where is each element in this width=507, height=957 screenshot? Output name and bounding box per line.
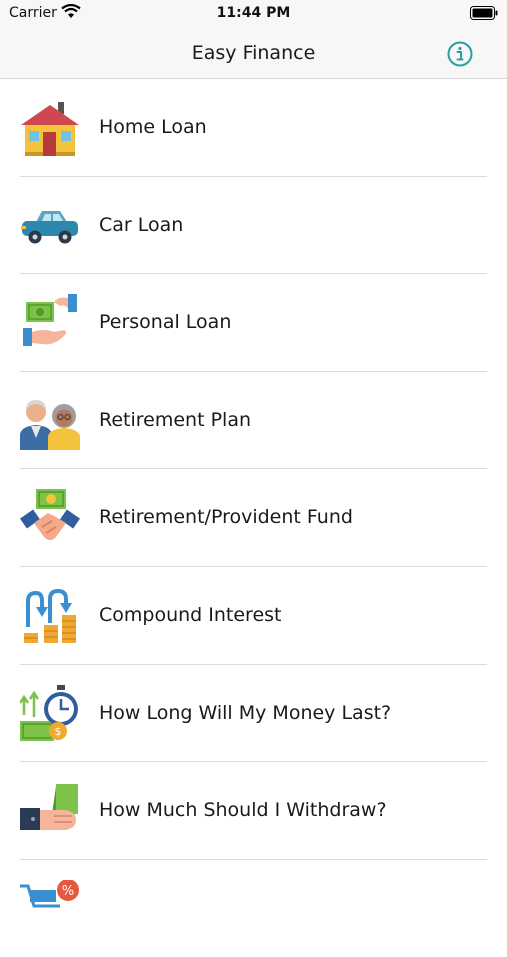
clock: 11:44 PM [216,5,291,21]
list-item-withdraw[interactable]: How Much Should I Withdraw? [0,762,507,860]
list-item-shopping[interactable]: % [0,860,507,957]
status-bar: Carrier 11:44 PM [0,0,507,30]
elderly-couple-icon [20,399,80,450]
info-icon[interactable] [446,40,474,68]
list-item-car-loan[interactable]: Car Loan [0,177,507,275]
list-item-personal-loan[interactable]: Personal Loan [0,274,507,372]
hand-cash-icon [20,784,78,831]
svg-text:$: $ [55,725,62,738]
list-item-money-last[interactable]: $ How Long Will My Money Last? [0,665,507,763]
battery-icon [470,6,498,20]
car-icon [21,210,78,244]
list-item-compound-interest[interactable]: Compound Interest [0,567,507,665]
calculator-list: Home Loan Car Loan Personal Loan Retirem… [0,79,507,957]
coins-growth-icon [24,588,76,643]
svg-text:%: % [62,884,74,899]
stopwatch-money-icon: $ [20,684,78,741]
navigation-bar: Easy Finance [0,30,507,79]
page-title: Easy Finance [191,42,316,64]
list-item-label: Retirement/Provident Fund [99,506,353,529]
handshake-money-icon [20,489,80,541]
list-item-label: Personal Loan [99,311,232,334]
list-item-label: How Much Should I Withdraw? [99,799,387,822]
list-item-label: Car Loan [99,213,184,236]
list-item-label: How Long Will My Money Last? [99,701,392,724]
cash-hand-icon [23,294,77,347]
list-item-label: Retirement Plan [99,408,251,431]
list-item-home-loan[interactable]: Home Loan [0,79,507,177]
house-icon [21,102,79,156]
list-item-label: Home Loan [99,116,207,138]
shopping-cart-discount-icon: % [20,879,79,908]
list-item-retirement-plan[interactable]: Retirement Plan [0,372,507,470]
list-item-retirement-provident-fund[interactable]: Retirement/Provident Fund [0,469,507,567]
list-item-label: Compound Interest [99,603,282,626]
